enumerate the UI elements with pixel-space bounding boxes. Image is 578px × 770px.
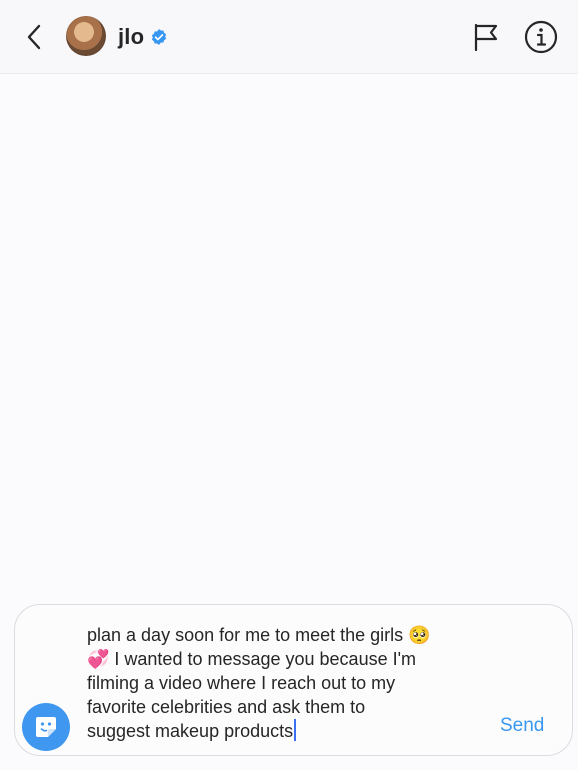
message-thread bbox=[0, 75, 578, 600]
chat-header: jlo bbox=[0, 0, 578, 74]
message-input[interactable]: plan a day soon for me to meet the girls… bbox=[87, 623, 487, 749]
sticker-icon bbox=[36, 717, 56, 737]
info-icon bbox=[524, 20, 558, 54]
send-button[interactable]: Send bbox=[500, 715, 544, 737]
back-button[interactable] bbox=[20, 20, 48, 54]
sticker-button[interactable] bbox=[22, 703, 70, 751]
back-arrow-icon bbox=[27, 24, 41, 50]
message-composer: plan a day soon for me to meet the girls… bbox=[14, 604, 573, 756]
verified-badge-icon bbox=[152, 29, 167, 45]
message-text: plan a day soon for me to meet the girls… bbox=[87, 625, 431, 741]
report-button[interactable] bbox=[470, 20, 502, 54]
text-cursor bbox=[294, 719, 297, 741]
profile-link[interactable]: jlo bbox=[118, 22, 168, 52]
flag-icon bbox=[474, 23, 498, 52]
avatar[interactable] bbox=[66, 16, 106, 56]
username[interactable]: jlo bbox=[118, 24, 144, 50]
info-button[interactable] bbox=[523, 19, 559, 55]
